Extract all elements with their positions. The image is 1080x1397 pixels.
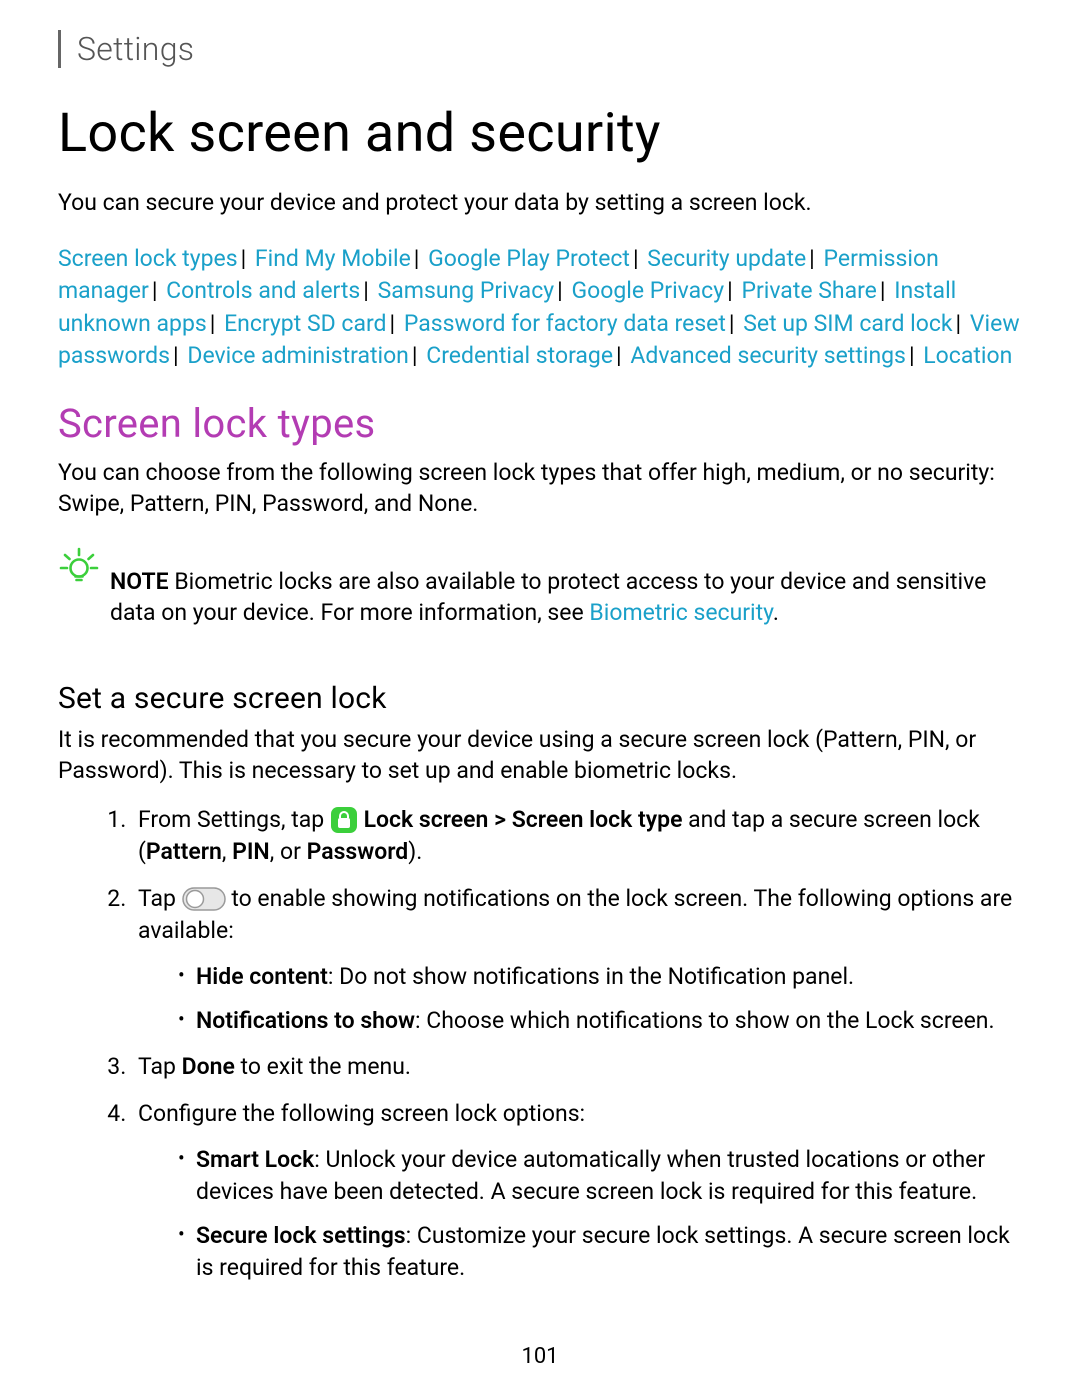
- step1-bold-lock-screen: Lock screen: [364, 806, 489, 833]
- lightbulb-icon: [58, 543, 100, 587]
- step3-post: to exit the menu.: [235, 1053, 411, 1080]
- link-find-my-mobile[interactable]: Find My Mobile: [255, 245, 411, 272]
- link-separator: |: [906, 342, 918, 369]
- link-separator: |: [554, 277, 566, 304]
- step2-post: to enable showing notifications on the l…: [138, 885, 1012, 944]
- link-controls-and-alerts[interactable]: Controls and alerts: [166, 277, 360, 304]
- link-google-privacy[interactable]: Google Privacy: [571, 277, 724, 304]
- step1-gt: >: [488, 806, 511, 833]
- link-biometric-security[interactable]: Biometric security: [589, 599, 772, 626]
- link-separator: |: [411, 245, 423, 272]
- link-device-administration[interactable]: Device administration: [187, 342, 409, 369]
- bullet-smart-lock-rest: : Unlock your device automatically when …: [196, 1146, 985, 1205]
- link-security-update[interactable]: Security update: [647, 245, 806, 272]
- link-private-share[interactable]: Private Share: [741, 277, 876, 304]
- bullet-hide-content-rest: : Do not show notifications in the Notif…: [328, 963, 854, 990]
- link-separator: |: [409, 342, 421, 369]
- page-title: Lock screen and security: [58, 102, 1022, 165]
- link-separator: |: [630, 245, 642, 272]
- step-4: Configure the following screen lock opti…: [132, 1098, 1022, 1285]
- step1-c2: , or: [270, 838, 307, 865]
- bullet-smart-lock: Smart Lock: Unlock your device automatic…: [178, 1144, 1022, 1208]
- link-location[interactable]: Location: [923, 342, 1012, 369]
- bullet-hide-content: Hide content: Do not show notifications …: [178, 961, 1022, 993]
- section-title-screen-lock-types: Screen lock types: [58, 400, 1022, 447]
- bullet-smart-lock-bold: Smart Lock: [196, 1146, 314, 1173]
- page-intro: You can secure your device and protect y…: [58, 187, 1022, 219]
- link-credential-storage[interactable]: Credential storage: [426, 342, 613, 369]
- step1-pre: From Settings, tap: [138, 806, 330, 833]
- bullet-hide-content-bold: Hide content: [196, 963, 328, 990]
- step3-done: Done: [182, 1053, 235, 1080]
- step-3: Tap Done to exit the menu.: [132, 1051, 1022, 1083]
- breadcrumb: Settings: [77, 30, 194, 68]
- lock-icon: [330, 806, 358, 834]
- section-intro: You can choose from the following screen…: [58, 457, 1022, 519]
- link-separator: |: [724, 277, 736, 304]
- step4-bullets: Smart Lock: Unlock your device automatic…: [178, 1144, 1022, 1285]
- step3-pre: Tap: [138, 1053, 182, 1080]
- step2-bullets: Hide content: Do not show notifications …: [178, 961, 1022, 1037]
- link-separator: |: [238, 245, 250, 272]
- link-separator: |: [613, 342, 625, 369]
- link-samsung-privacy[interactable]: Samsung Privacy: [378, 277, 555, 304]
- step4-text: Configure the following screen lock opti…: [138, 1100, 585, 1127]
- toggle-off-icon: [182, 887, 226, 911]
- note-body-after: .: [773, 599, 779, 626]
- link-advanced-security-settings[interactable]: Advanced security settings: [630, 342, 906, 369]
- step-2: Tap to enable showing notifications on t…: [132, 883, 1022, 1038]
- link-setup-sim-card-lock[interactable]: Set up SIM card lock: [743, 310, 952, 337]
- step1-password: Password: [307, 838, 409, 865]
- link-separator: |: [726, 310, 738, 337]
- step1-c1: ,: [222, 838, 232, 865]
- link-separator: |: [387, 310, 399, 337]
- breadcrumb-bar: Settings: [58, 30, 1022, 68]
- note-text: NOTE Biometric locks are also available …: [110, 566, 1022, 628]
- step-1: From Settings, tap Lock screen > Screen …: [132, 804, 1022, 868]
- note-label: NOTE: [110, 568, 169, 595]
- link-separator: |: [149, 277, 161, 304]
- bullet-secure-lock-settings: Secure lock settings: Customize your sec…: [178, 1220, 1022, 1284]
- bullet-notifications-bold: Notifications to show: [196, 1007, 415, 1034]
- link-separator: |: [360, 277, 372, 304]
- bullet-secure-lock-bold: Secure lock settings: [196, 1222, 406, 1249]
- link-encrypt-sd-card[interactable]: Encrypt SD card: [224, 310, 386, 337]
- steps-list: From Settings, tap Lock screen > Screen …: [58, 804, 1022, 1284]
- step1-pattern: Pattern: [146, 838, 222, 865]
- note-body-before: Biometric locks are also available to pr…: [110, 568, 986, 626]
- step2-pre: Tap: [138, 885, 182, 912]
- link-google-play-protect[interactable]: Google Play Protect: [428, 245, 630, 272]
- nav-links-block: Screen lock types| Find My Mobile| Googl…: [58, 243, 1022, 372]
- link-separator: |: [877, 277, 889, 304]
- bullet-notifications-to-show: Notifications to show: Choose which noti…: [178, 1005, 1022, 1037]
- subsection-intro: It is recommended that you secure your d…: [58, 724, 1022, 786]
- link-separator: |: [953, 310, 965, 337]
- link-screen-lock-types[interactable]: Screen lock types: [58, 245, 238, 272]
- bullet-notifications-rest: : Choose which notifications to show on …: [415, 1007, 995, 1034]
- note-block: NOTE Biometric locks are also available …: [58, 543, 1022, 651]
- step1-end: ).: [408, 838, 422, 865]
- link-separator: |: [806, 245, 818, 272]
- link-password-factory-reset[interactable]: Password for factory data reset: [404, 310, 726, 337]
- subsection-title: Set a secure screen lock: [58, 681, 1022, 716]
- link-separator: |: [170, 342, 182, 369]
- step1-bold-screen-lock-type: Screen lock type: [512, 806, 683, 833]
- page-number: 101: [0, 1344, 1080, 1369]
- link-separator: |: [207, 310, 219, 337]
- step1-pin: PIN: [232, 838, 270, 865]
